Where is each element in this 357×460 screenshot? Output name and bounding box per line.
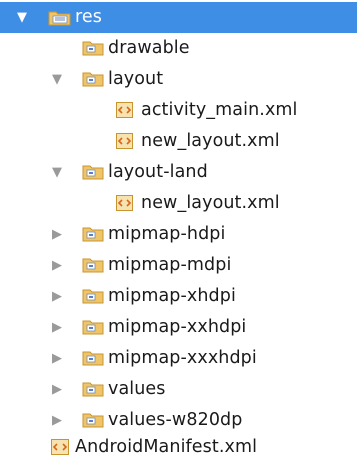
tree-row-label: values (108, 379, 166, 399)
tree-row-new-layout-xml-land[interactable]: new_layout.xml (0, 188, 357, 219)
folder-icon (82, 40, 104, 56)
tree-row-mipmap-xhdpi[interactable]: ▶ mipmap-xhdpi (0, 281, 357, 312)
tree-row-mipmap-hdpi[interactable]: ▶ mipmap-hdpi (0, 219, 357, 250)
tree-row-mipmap-mdpi[interactable]: ▶ mipmap-mdpi (0, 250, 357, 281)
tree-row-layout[interactable]: ▼ layout (0, 64, 357, 95)
tree-row-label: res (75, 7, 102, 27)
tree-row-layout-land[interactable]: ▼ layout-land (0, 157, 357, 188)
tree-row-mipmap-xxhdpi[interactable]: ▶ mipmap-xxhdpi (0, 312, 357, 343)
tree-row-label: new_layout.xml (141, 193, 280, 213)
tree-row-new-layout-xml[interactable]: new_layout.xml (0, 126, 357, 157)
tree-row-label: layout-land (108, 162, 208, 182)
expand-arrow-icon[interactable]: ▼ (49, 157, 65, 188)
resource-folder-icon (48, 9, 71, 26)
folder-icon (82, 257, 104, 273)
xml-file-icon (115, 102, 133, 118)
tree-row-android-manifest[interactable]: AndroidManifest.xml (0, 432, 357, 460)
tree-row-label: layout (108, 69, 164, 89)
expand-arrow-icon[interactable]: ▶ (49, 312, 65, 343)
project-tree: ▼ res drawable ▼ layout activity_main.xm… (0, 0, 357, 460)
xml-file-icon (115, 133, 133, 149)
folder-icon (82, 350, 104, 366)
expand-arrow-icon[interactable]: ▶ (49, 281, 65, 312)
tree-row-label: drawable (108, 38, 190, 58)
folder-icon (82, 226, 104, 242)
folder-icon (82, 412, 104, 428)
tree-row-label: AndroidManifest.xml (75, 437, 258, 457)
manifest-file-icon (50, 439, 69, 455)
tree-row-label: activity_main.xml (141, 100, 298, 120)
tree-row-label: mipmap-xhdpi (108, 286, 236, 306)
folder-icon (82, 288, 104, 304)
expand-arrow-icon[interactable]: ▼ (14, 2, 30, 33)
folder-icon (82, 319, 104, 335)
expand-arrow-icon[interactable]: ▼ (49, 64, 65, 95)
tree-row-label: mipmap-hdpi (108, 224, 226, 244)
tree-row-values[interactable]: ▶ values (0, 374, 357, 405)
tree-row-drawable[interactable]: drawable (0, 33, 357, 64)
expand-arrow-icon[interactable]: ▶ (49, 250, 65, 281)
tree-row-label: mipmap-xxxhdpi (108, 348, 257, 368)
expand-arrow-icon[interactable]: ▶ (49, 374, 65, 405)
tree-row-label: mipmap-xxhdpi (108, 317, 247, 337)
tree-row-label: mipmap-mdpi (108, 255, 232, 275)
folder-icon (82, 164, 104, 180)
xml-file-icon (115, 195, 133, 211)
tree-row-activity-main-xml[interactable]: activity_main.xml (0, 95, 357, 126)
folder-icon (82, 71, 104, 87)
tree-row-mipmap-xxxhdpi[interactable]: ▶ mipmap-xxxhdpi (0, 343, 357, 374)
expand-arrow-icon[interactable]: ▶ (49, 219, 65, 250)
expand-arrow-icon[interactable]: ▶ (49, 343, 65, 374)
tree-row-res[interactable]: ▼ res (0, 2, 357, 33)
folder-icon (82, 381, 104, 397)
tree-row-label: new_layout.xml (141, 131, 280, 151)
